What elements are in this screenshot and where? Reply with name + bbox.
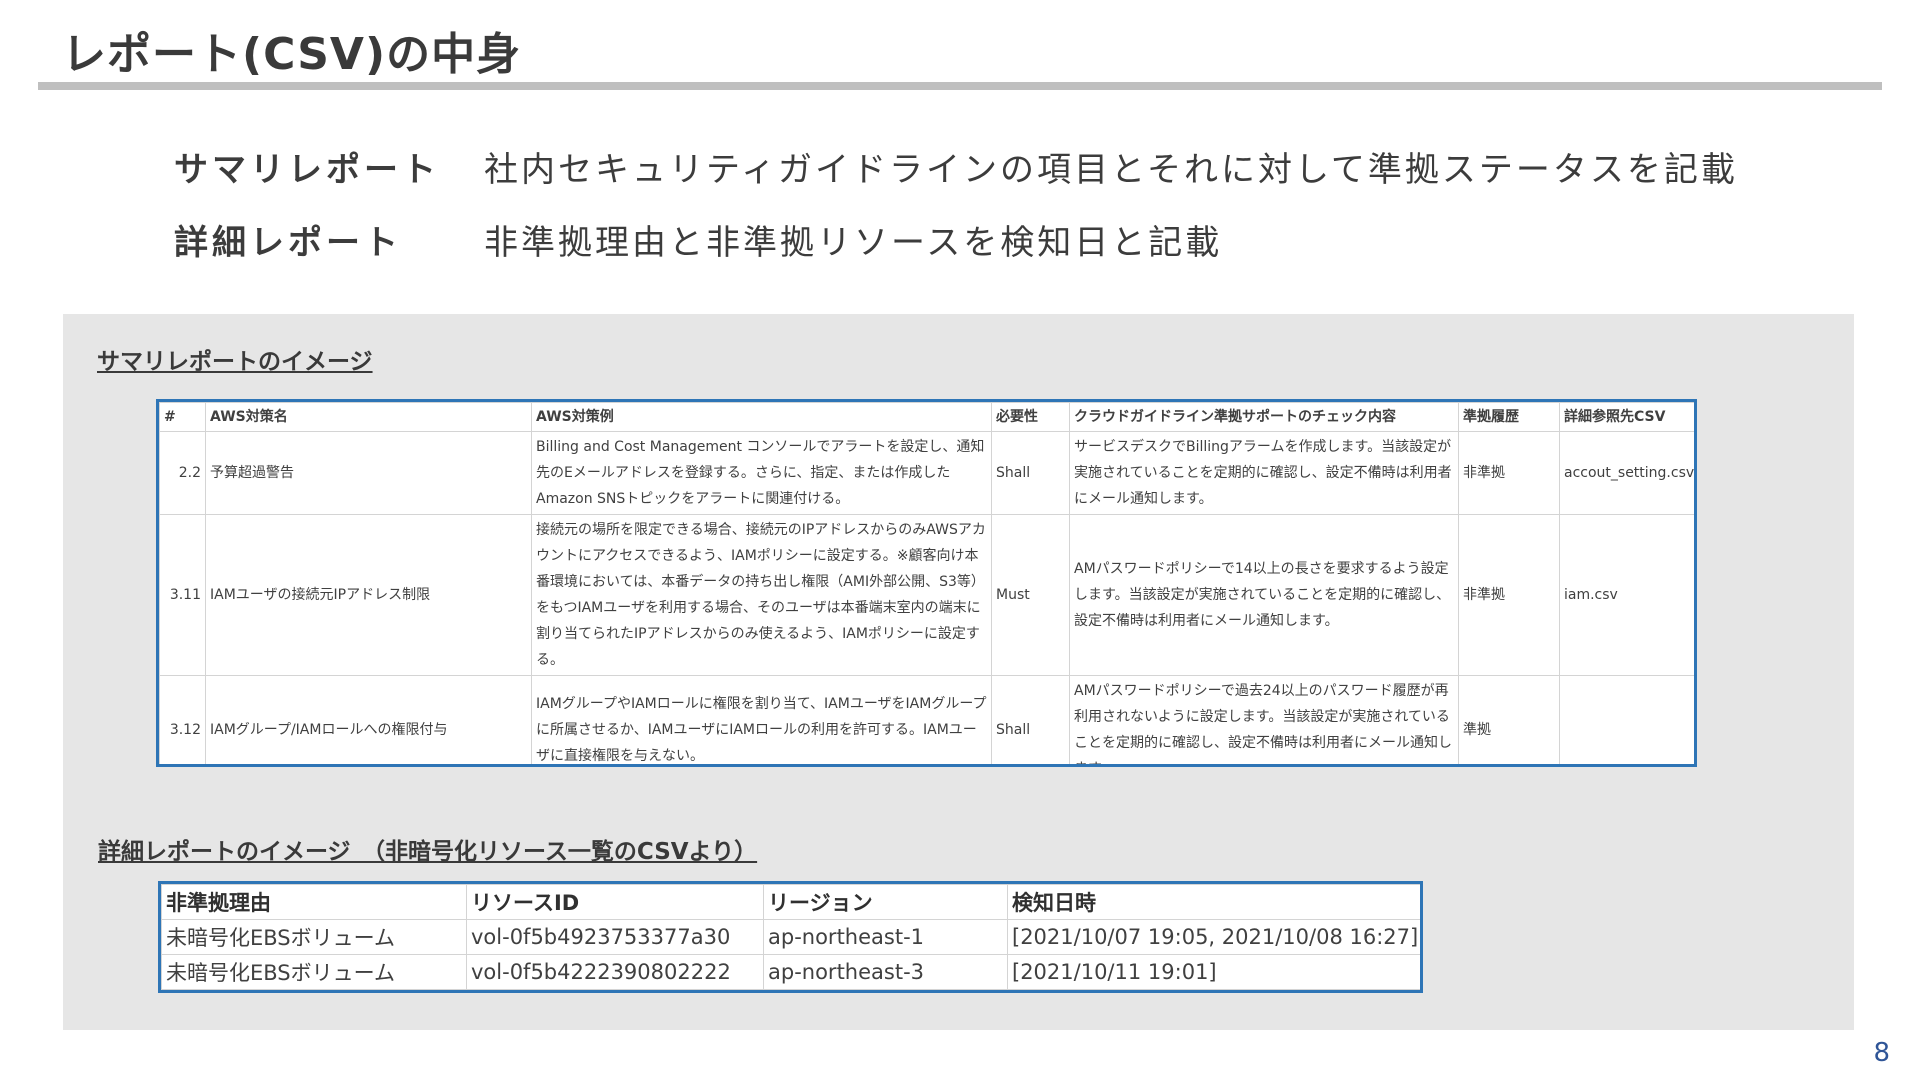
column-header: 必要性 xyxy=(991,402,1070,432)
table-cell: ap-northeast-1 xyxy=(763,919,1008,955)
table-cell: ap-northeast-3 xyxy=(763,954,1008,990)
summary-description-row: サマリレポート 社内セキュリティガイドラインの項目とそれに対して準拠ステータスを記… xyxy=(174,142,1738,191)
column-header: 検知日時 xyxy=(1007,884,1420,920)
table-cell: IAMグループやIAMロールに権限を割り当て、IAMユーザをIAMグループに所属… xyxy=(531,675,992,764)
summary-label: サマリレポート xyxy=(174,150,440,190)
table-cell: 予算超過警告 xyxy=(205,431,532,515)
table-row: 3.12 IAMグループ/IAMロールへの権限付与 IAMグループやIAMロール… xyxy=(159,675,1694,764)
detail-report-table-frame: 非準拠理由 リソースID リージョン 検知日時 未暗号化EBSボリューム vol… xyxy=(158,881,1423,993)
report-images-panel: サマリレポートのイメージ # AWS対策名 AWS対策例 必要性 クラウドガイド… xyxy=(63,314,1854,1030)
table-cell: IAMグループ/IAMロールへの権限付与 xyxy=(205,675,532,764)
table-row: 未暗号化EBSボリューム vol-0f5b4923753377a30 ap-no… xyxy=(161,919,1420,955)
table-cell: 準拠 xyxy=(1458,675,1560,764)
table-cell: サービスデスクでBillingアラームを作成します。当該設定が実施されていること… xyxy=(1069,431,1459,515)
table-cell: vol-0f5b4923753377a30 xyxy=(466,919,764,955)
table-cell: Must xyxy=(991,514,1070,676)
summary-report-table: # AWS対策名 AWS対策例 必要性 クラウドガイドライン準拠サポートのチェッ… xyxy=(159,402,1694,764)
table-header-row: # AWS対策名 AWS対策例 必要性 クラウドガイドライン準拠サポートのチェッ… xyxy=(159,402,1694,432)
column-header: # xyxy=(159,402,206,432)
table-cell: 非準拠 xyxy=(1458,431,1560,515)
table-cell: accout_setting.csv xyxy=(1559,431,1694,515)
table-cell: 非準拠 xyxy=(1458,514,1560,676)
table-cell: Billing and Cost Management コンソールでアラートを設… xyxy=(531,431,992,515)
table-cell: 接続元の場所を限定できる場合、接続元のIPアドレスからのみAWSアカウントにアク… xyxy=(531,514,992,676)
table-row: 3.11 IAMユーザの接続元IPアドレス制限 接続元の場所を限定できる場合、接… xyxy=(159,514,1694,676)
table-cell xyxy=(1559,675,1694,764)
table-cell: AMパスワードポリシーで14以上の長さを要求するよう設定します。当該設定が実施さ… xyxy=(1069,514,1459,676)
column-header: 詳細参照先CSV xyxy=(1559,402,1694,432)
table-cell: 2.2 xyxy=(159,431,206,515)
column-header: リージョン xyxy=(763,884,1008,920)
table-cell: AMパスワードポリシーで過去24以上のパスワード履歴が再利用されないように設定し… xyxy=(1069,675,1459,764)
summary-description: 社内セキュリティガイドラインの項目とそれに対して準拠ステータスを記載 xyxy=(484,150,1738,190)
table-cell: 3.11 xyxy=(159,514,206,676)
title-divider xyxy=(38,82,1882,90)
page-number: 8 xyxy=(1873,1038,1890,1068)
detail-report-heading: 詳細レポートのイメージ （非暗号化リソース一覧のCSVより） xyxy=(98,839,758,865)
column-header: 準拠履歴 xyxy=(1458,402,1560,432)
table-cell: vol-0f5b4222390802222 xyxy=(466,954,764,990)
slide: レポート(CSV)の中身 サマリレポート 社内セキュリティガイドラインの項目とそれ… xyxy=(0,0,1920,1080)
detail-description-row: 詳細レポート 非準拠理由と非準拠リソースを検知日と記載 xyxy=(174,215,1222,264)
table-cell: [2021/10/07 19:05, 2021/10/08 16:27] xyxy=(1007,919,1420,955)
detail-description: 非準拠理由と非準拠リソースを検知日と記載 xyxy=(484,223,1223,263)
column-header: AWS対策例 xyxy=(531,402,992,432)
table-cell: iam.csv xyxy=(1559,514,1694,676)
table-cell: 未暗号化EBSボリューム xyxy=(161,954,467,990)
detail-label: 詳細レポート xyxy=(174,223,402,263)
column-header: 非準拠理由 xyxy=(161,884,467,920)
summary-report-heading: サマリレポートのイメージ xyxy=(97,349,373,375)
table-cell: IAMユーザの接続元IPアドレス制限 xyxy=(205,514,532,676)
table-cell: Shall xyxy=(991,675,1070,764)
table-cell: [2021/10/11 19:01] xyxy=(1007,954,1420,990)
detail-report-table: 非準拠理由 リソースID リージョン 検知日時 未暗号化EBSボリューム vol… xyxy=(161,884,1420,990)
table-cell: Shall xyxy=(991,431,1070,515)
page-title: レポート(CSV)の中身 xyxy=(62,29,522,80)
table-cell: 3.12 xyxy=(159,675,206,764)
column-header: AWS対策名 xyxy=(205,402,532,432)
table-row: 未暗号化EBSボリューム vol-0f5b4222390802222 ap-no… xyxy=(161,954,1420,990)
table-row: 2.2 予算超過警告 Billing and Cost Management コ… xyxy=(159,431,1694,515)
column-header: リソースID xyxy=(466,884,764,920)
table-cell: 未暗号化EBSボリューム xyxy=(161,919,467,955)
summary-report-table-frame: # AWS対策名 AWS対策例 必要性 クラウドガイドライン準拠サポートのチェッ… xyxy=(156,399,1697,767)
column-header: クラウドガイドライン準拠サポートのチェック内容 xyxy=(1069,402,1459,432)
table-header-row: 非準拠理由 リソースID リージョン 検知日時 xyxy=(161,884,1420,920)
